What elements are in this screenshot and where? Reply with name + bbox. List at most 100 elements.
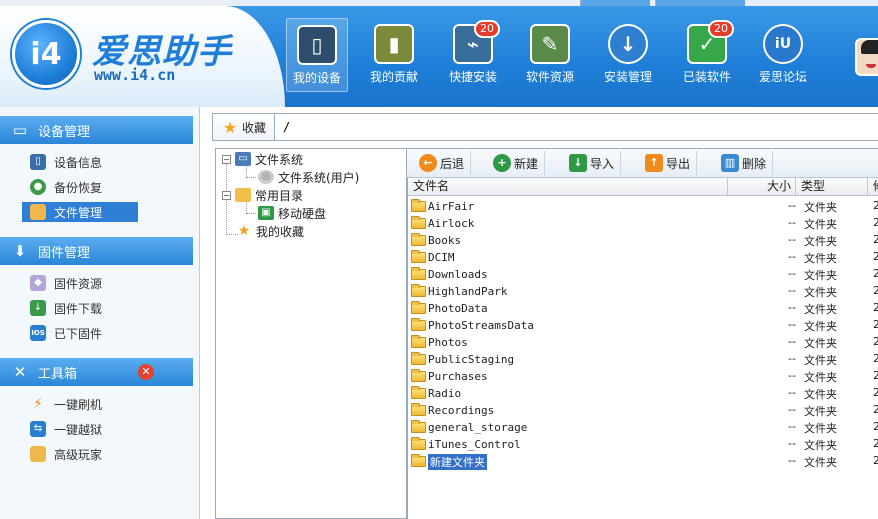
nav-forum[interactable]: iU 爱思论坛 (752, 18, 814, 92)
table-row[interactable]: Books -- 文件夹 2 (408, 232, 878, 249)
table-row[interactable]: Recordings -- 文件夹 2 (408, 402, 878, 419)
file-type: 文件夹 (804, 252, 837, 265)
table-row[interactable]: Airlock -- 文件夹 2 (408, 215, 878, 232)
toolbox-header[interactable]: ✕ 工具箱 ✕ (0, 358, 193, 386)
back-button[interactable]: ← 后退 (413, 151, 472, 175)
file-type: 文件夹 (804, 218, 837, 231)
file-size: -- (788, 352, 796, 365)
ios-icon: IOS (30, 325, 46, 341)
top-strip-tab[interactable] (580, 0, 650, 6)
collapse-toggle[interactable]: − (222, 154, 231, 164)
sidebar-item-firmware-resources[interactable]: ◆ 固件资源 (22, 273, 138, 293)
folder-icon (411, 437, 426, 450)
table-row[interactable]: PhotoData -- 文件夹 2 (408, 300, 878, 317)
folder-icon (411, 216, 426, 229)
file-name-cell: Downloads (411, 266, 488, 283)
new-button[interactable]: + 新建 (487, 151, 546, 175)
sidebar-item-one-click-jailbreak[interactable]: ⇆ 一键越狱 (22, 419, 138, 439)
file-name: Purchases (428, 370, 488, 383)
table-row[interactable]: HighlandPark -- 文件夹 2 (408, 283, 878, 300)
table-row[interactable]: PublicStaging -- 文件夹 2 (408, 351, 878, 368)
import-button[interactable]: ↓ 导入 (563, 151, 622, 175)
file-type: 文件夹 (804, 235, 837, 248)
table-row[interactable]: PhotoStreamsData -- 文件夹 2 (408, 317, 878, 334)
section-title: 固件管理 (38, 245, 91, 261)
delete-button[interactable]: ▥ 删除 (715, 151, 774, 175)
file-type: 文件夹 (804, 371, 837, 384)
firmware-download-icon: ↓ (30, 300, 46, 316)
column-header-name[interactable]: 文件名 (408, 178, 728, 196)
download-icon: ↓ (608, 24, 648, 64)
table-row[interactable]: Photos -- 文件夹 2 (408, 334, 878, 351)
file-date: 2 (873, 267, 878, 280)
table-row[interactable]: DCIM -- 文件夹 2 (408, 249, 878, 266)
tree-node-common-dirs[interactable]: − 常用目录 (222, 186, 303, 204)
folder-icon (30, 204, 46, 220)
nav-label: 安装管理 (603, 70, 652, 84)
export-label: 导出 (666, 156, 691, 171)
file-size: -- (788, 386, 796, 399)
path-input[interactable] (283, 118, 873, 136)
file-name-cell: iTunes_Control (411, 436, 521, 453)
tree-node-label: 移动硬盘 (278, 206, 327, 221)
file-date: 2 (873, 250, 878, 263)
tree-node-user-file-system[interactable]: ◎ 文件系统(用户) (258, 168, 359, 186)
file-name-cell: Books (411, 232, 461, 249)
tree-node-my-favorites[interactable]: ★ 我的收藏 (236, 222, 304, 240)
sidebar-item-label: 已下固件 (54, 326, 103, 341)
file-size: -- (788, 216, 796, 229)
file-name-cell: Purchases (411, 368, 488, 385)
file-name: PhotoData (428, 302, 488, 315)
export-button[interactable]: ↑ 导出 (639, 151, 698, 175)
file-date: 2 (873, 454, 878, 467)
sidebar-item-downloaded-firmware[interactable]: IOS 已下固件 (22, 323, 138, 343)
table-row[interactable]: Purchases -- 文件夹 2 (408, 368, 878, 385)
tree-node-file-system[interactable]: − ▭ 文件系统 (222, 150, 303, 168)
collapse-toggle[interactable]: − (222, 190, 231, 200)
path-bar: ★ 收藏 (212, 113, 878, 141)
firmware-icon: ⬇ (13, 242, 27, 260)
file-type: 文件夹 (804, 354, 837, 367)
nav-quick-install[interactable]: ⌁ 20 快捷安装 (442, 18, 504, 92)
sidebar-item-one-click-flash[interactable]: ⚡ 一键刷机 (22, 394, 138, 414)
column-header-size[interactable]: 大小 (728, 178, 796, 196)
nav-software-resources[interactable]: ✎ 软件资源 (519, 18, 581, 92)
table-row[interactable]: Radio -- 文件夹 2 (408, 385, 878, 402)
sidebar-item-label: 设备信息 (54, 155, 103, 170)
folder-icon (411, 301, 426, 314)
sidebar-item-device-info[interactable]: ▯ 设备信息 (22, 152, 138, 172)
folder-icon (411, 420, 426, 433)
firmware-management-header[interactable]: ⬇ 固件管理 (0, 237, 193, 265)
tree-node-usb-drive[interactable]: ▣ 移动硬盘 (258, 204, 326, 222)
table-row[interactable]: AirFair -- 文件夹 2 (408, 198, 878, 215)
file-date: 2 (873, 335, 878, 348)
table-row[interactable]: 新建文件夹 -- 文件夹 2 (408, 453, 878, 470)
nav-install-manager[interactable]: ↓ 安装管理 (597, 18, 659, 92)
column-header-date[interactable]: 修 (868, 178, 878, 196)
device-management-header[interactable]: ▭ 设备管理 (0, 116, 193, 144)
sidebar-item-advanced-player[interactable]: 高级玩家 (22, 444, 138, 464)
advanced-icon (30, 446, 46, 462)
backup-icon: ● (30, 179, 46, 195)
sidebar: ▭ 设备管理 ▯ 设备信息 ● 备份恢复 文件管理 ⬇ 固件管理 ◆ 固件资源 … (0, 107, 200, 519)
sidebar-item-backup-restore[interactable]: ● 备份恢复 (22, 177, 138, 197)
nav-my-device[interactable]: ▯ 我的设备 (286, 18, 348, 92)
table-row[interactable]: Downloads -- 文件夹 2 (408, 266, 878, 283)
column-header-type[interactable]: 类型 (796, 178, 868, 196)
sidebar-item-file-manager[interactable]: 文件管理 (22, 202, 138, 222)
favorites-button[interactable]: ★ 收藏 (213, 114, 275, 140)
file-type: 文件夹 (804, 337, 837, 350)
nav-my-contribution[interactable]: ▮ 我的贡献 (363, 18, 425, 92)
close-icon[interactable]: ✕ (138, 364, 154, 380)
nav-installed-apps[interactable]: ✓ 20 已装软件 (676, 18, 738, 92)
nav-label: 已装软件 (682, 70, 731, 84)
file-size: -- (788, 403, 796, 416)
app-url: www.i4.cn (94, 66, 176, 84)
sidebar-item-firmware-download[interactable]: ↓ 固件下载 (22, 298, 138, 318)
table-row[interactable]: iTunes_Control -- 文件夹 2 (408, 436, 878, 453)
user-avatar[interactable] (855, 38, 878, 76)
table-row[interactable]: general_storage -- 文件夹 2 (408, 419, 878, 436)
file-type: 文件夹 (804, 320, 837, 333)
top-strip-tab[interactable] (655, 0, 745, 6)
nav-label: 快捷安装 (448, 70, 497, 84)
